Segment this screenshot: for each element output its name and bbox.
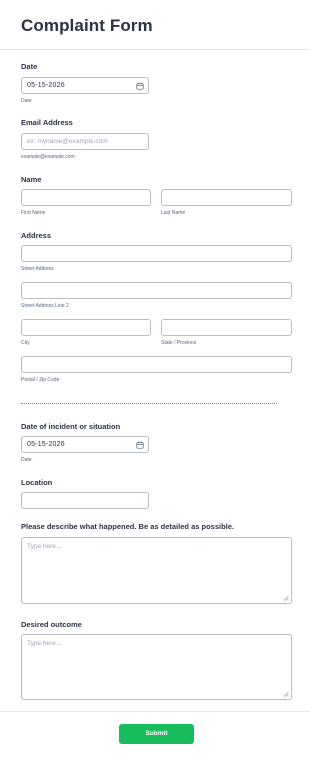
name-label: Name	[21, 175, 42, 184]
postal-code-field[interactable]	[21, 356, 292, 373]
resize-handle-icon[interactable]	[283, 691, 289, 697]
last-name-field[interactable]	[161, 189, 292, 206]
email-label: Email Address	[21, 118, 73, 127]
page-title: Complaint Form	[21, 16, 153, 35]
email-placeholder: ex: myname@example.com	[27, 138, 108, 145]
description-textarea[interactable]: Type here...	[21, 537, 292, 604]
date-sublabel: Date	[21, 98, 32, 104]
state-field[interactable]	[161, 319, 292, 336]
date-label: Date	[21, 62, 38, 71]
street-address-2-field[interactable]	[21, 282, 292, 299]
section-divider	[21, 403, 277, 404]
street-address-sublabel: Street Address	[21, 266, 54, 272]
email-field[interactable]: ex: myname@example.com	[21, 133, 149, 150]
first-name-sublabel: First Name	[21, 210, 46, 216]
city-sublabel: City	[21, 340, 30, 346]
date-value: 05-15-2026	[27, 82, 65, 89]
postal-code-sublabel: Postal / Zip Code	[21, 377, 60, 383]
location-field[interactable]	[21, 492, 149, 509]
street-address-2-sublabel: Street Address Line 2	[21, 303, 69, 309]
incident-date-field[interactable]: 05-15-2026	[21, 436, 149, 453]
incident-date-label: Date of incident or situation	[21, 422, 121, 431]
outcome-label: Desired outcome	[21, 620, 82, 629]
date-field[interactable]: 05-15-2026	[21, 77, 149, 94]
incident-date-value: 05-15-2026	[27, 441, 65, 448]
incident-date-sublabel: Date	[21, 457, 32, 463]
resize-handle-icon[interactable]	[283, 595, 289, 601]
description-placeholder: Type here...	[27, 543, 62, 550]
calendar-icon[interactable]	[136, 82, 144, 90]
calendar-icon[interactable]	[136, 441, 144, 449]
location-label: Location	[21, 478, 53, 487]
first-name-field[interactable]	[21, 189, 151, 206]
city-field[interactable]	[21, 319, 151, 336]
state-sublabel: State / Province	[161, 340, 197, 346]
outcome-textarea[interactable]: Type here...	[21, 634, 292, 700]
description-label: Please describe what happened. Be as det…	[21, 522, 234, 531]
street-address-field[interactable]	[21, 245, 292, 262]
outcome-placeholder: Type here...	[27, 640, 62, 647]
form-header: Complaint Form	[0, 0, 310, 50]
email-sublabel: example@example.com	[21, 154, 75, 160]
submit-button[interactable]: Submit	[119, 724, 194, 744]
last-name-sublabel: Last Name	[161, 210, 186, 216]
address-label: Address	[21, 231, 52, 240]
